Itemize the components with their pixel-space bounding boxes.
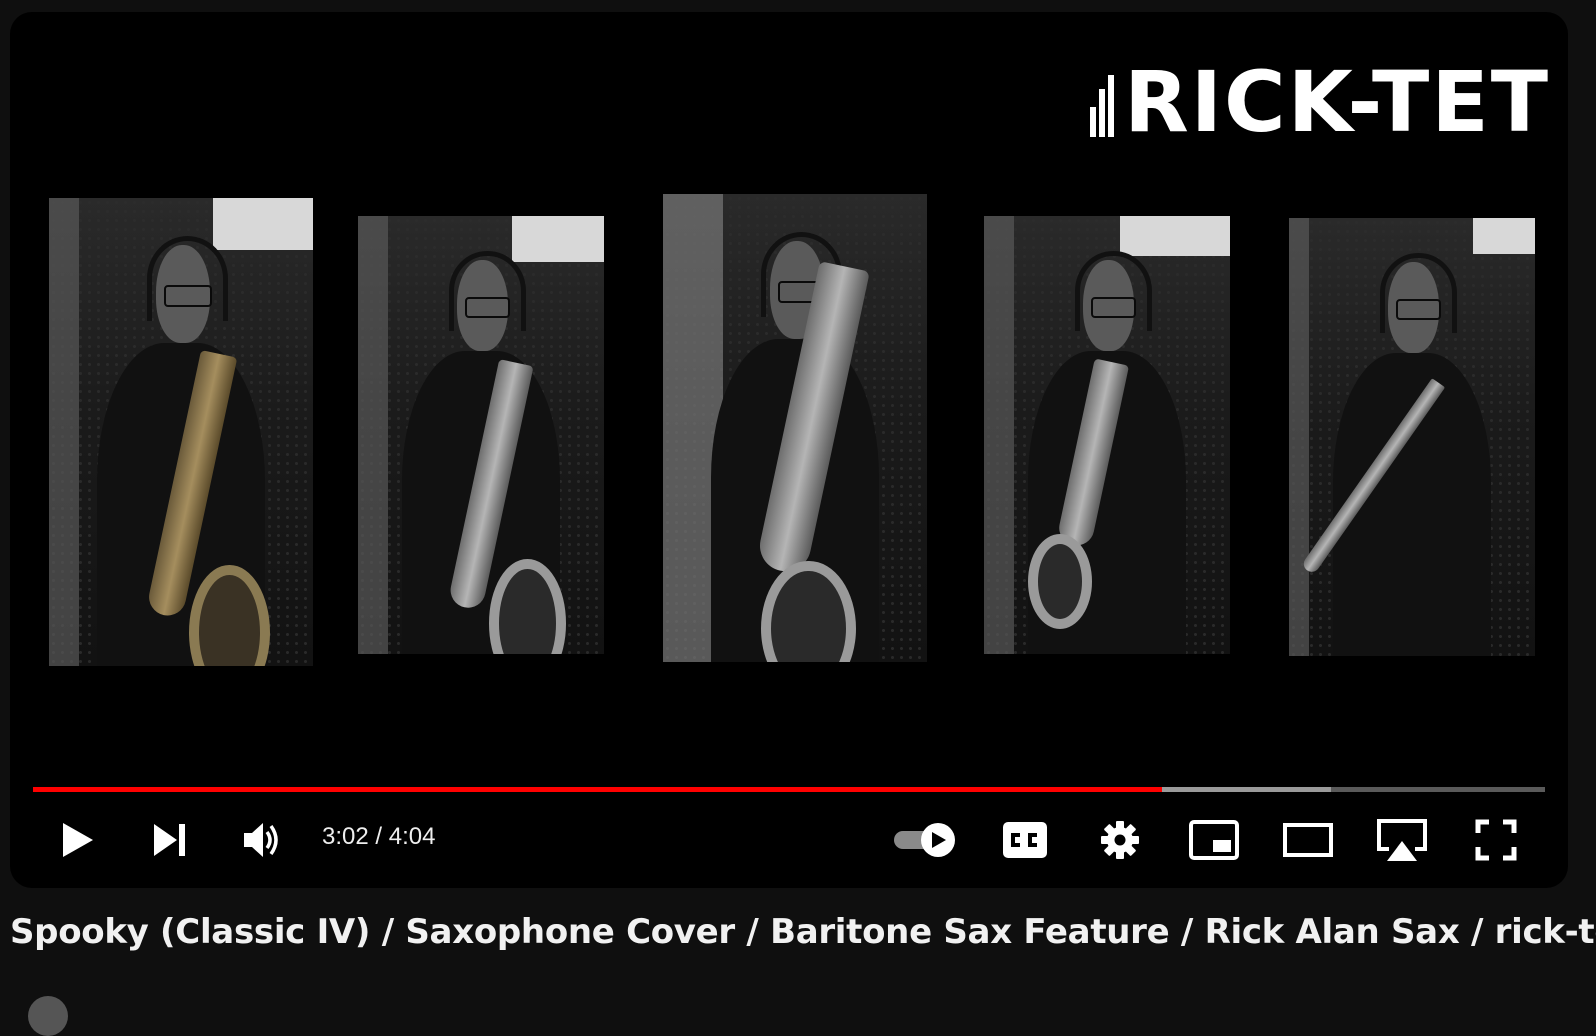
player-controls: 3:02 / 4:04 (10, 807, 1568, 873)
video-panel-bass (663, 194, 927, 662)
video-panel-tenor (358, 216, 604, 654)
play-icon (63, 823, 93, 857)
airplay-icon (1377, 819, 1427, 861)
volume-icon (244, 823, 278, 857)
time-display: 3:02 / 4:04 (322, 823, 435, 851)
theater-mode-icon (1283, 823, 1333, 857)
guitar-logo-icon (1090, 67, 1120, 137)
video-title: Spooky (Classic IV) / Saxophone Cover / … (10, 912, 1596, 952)
progress-bar[interactable] (33, 787, 1545, 792)
video-panel-baritone (49, 198, 313, 666)
channel-watermark: RICK-TET (1090, 60, 1550, 144)
next-icon (154, 824, 185, 856)
video-panel-soprano (1289, 218, 1535, 656)
next-button[interactable] (140, 807, 200, 873)
captions-button[interactable] (995, 807, 1055, 873)
autoplay-toggle[interactable] (890, 807, 960, 873)
video-panel-alto (984, 216, 1230, 654)
settings-button[interactable] (1090, 807, 1150, 873)
fullscreen-button[interactable] (1466, 807, 1526, 873)
captions-icon (1003, 822, 1047, 858)
video-player[interactable]: RICK-TET 3:02 / 4:04 (10, 12, 1568, 888)
theater-mode-button[interactable] (1278, 807, 1338, 873)
channel-avatar[interactable] (28, 996, 68, 1036)
progress-played (33, 787, 1162, 792)
autoplay-toggle-icon (894, 823, 955, 857)
duration: 4:04 (388, 823, 436, 850)
gear-icon (1101, 821, 1139, 859)
channel-logo-text: RICK-TET (1124, 53, 1550, 151)
fullscreen-icon (1475, 819, 1517, 861)
current-time: 3:02 (322, 823, 369, 850)
play-button[interactable] (48, 807, 108, 873)
time-separator: / (368, 823, 389, 850)
miniplayer-button[interactable] (1184, 807, 1244, 873)
miniplayer-icon (1189, 820, 1239, 860)
mute-button[interactable] (232, 807, 292, 873)
airplay-button[interactable] (1372, 807, 1432, 873)
